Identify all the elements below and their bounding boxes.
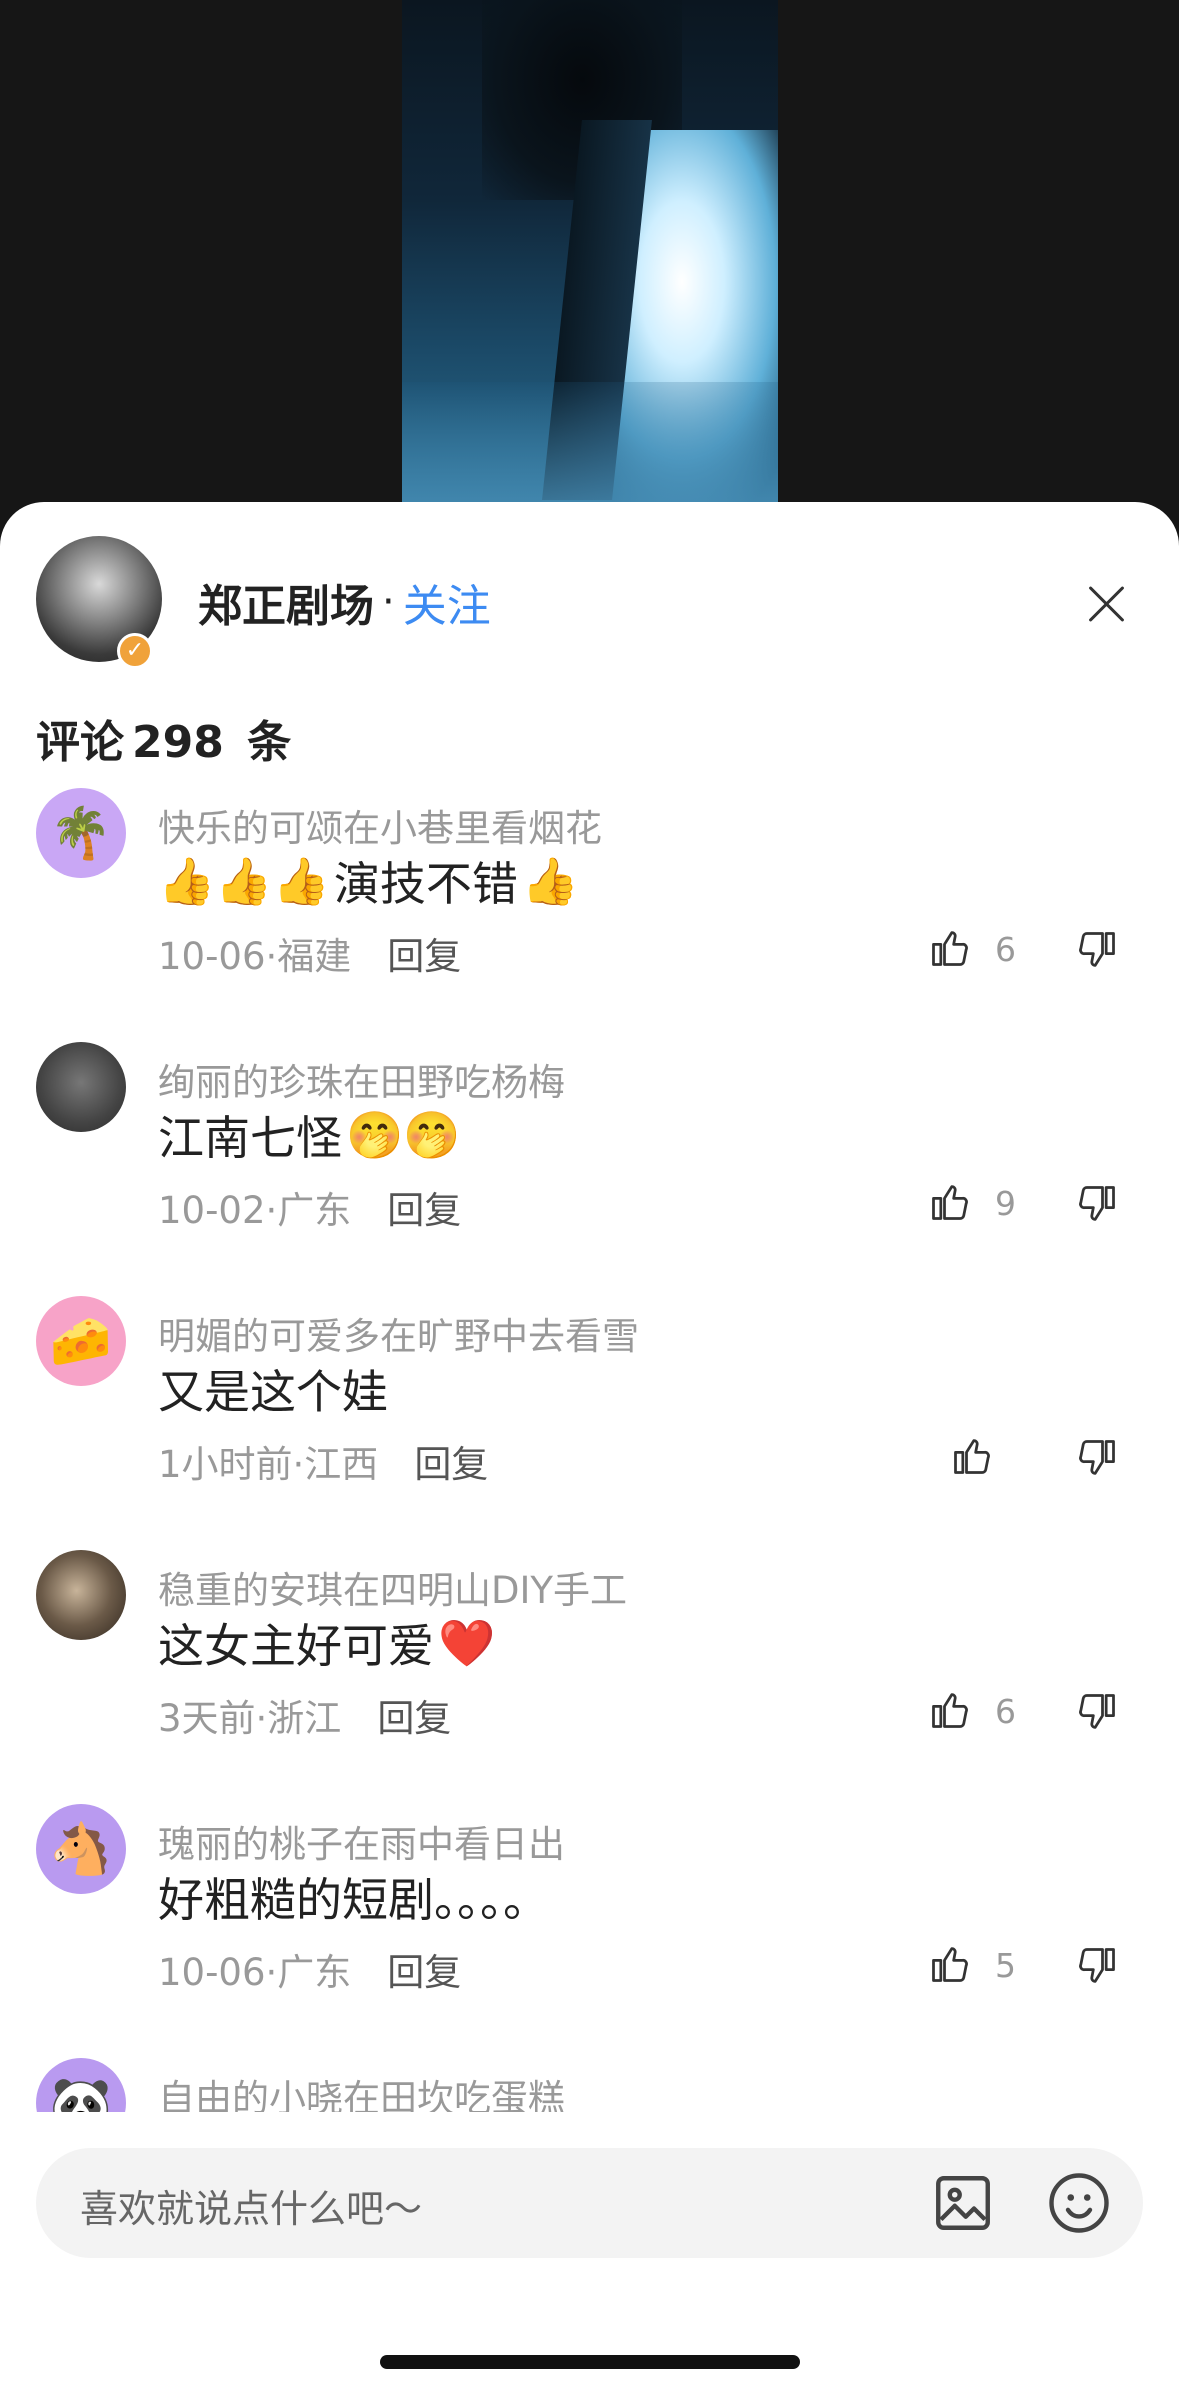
comment-meta: 10-02·广东 回复 [158, 1180, 461, 1234]
thumbs-down-icon[interactable] [1075, 1944, 1119, 1988]
like-count: 6 [995, 930, 1016, 969]
comment-username[interactable]: 瑰丽的桃子在雨中看日出 [158, 1814, 565, 1868]
comments-unit: 条 [247, 717, 292, 768]
reply-button[interactable]: 回复 [377, 1688, 451, 1742]
comment-time-location: 10-02·广东 [158, 1189, 352, 1232]
reply-button[interactable]: 回复 [387, 1942, 461, 1996]
follow-button[interactable]: 关注 [403, 570, 491, 634]
avatar[interactable]: 🌴 [36, 788, 126, 878]
comment-text: 👍👍👍 演技不错 👍 [158, 848, 579, 914]
comment-time-location: 3天前·浙江 [158, 1697, 342, 1740]
comment-body: 这女主好可爱 [158, 1619, 434, 1673]
comment-time-location: 10-06·福建 [158, 935, 352, 978]
avatar-emoji: 🌴 [49, 803, 113, 862]
video-player[interactable] [0, 0, 1179, 520]
comment-username[interactable]: 明媚的可爱多在旷野中去看雪 [158, 1306, 639, 1360]
thumbs-up-icon[interactable] [928, 1180, 972, 1224]
like-count: 6 [995, 1692, 1016, 1731]
comment-username[interactable]: 稳重的安琪在四明山DIY手工 [158, 1560, 627, 1614]
comment-body: 又是这个娃 [158, 1365, 388, 1419]
comment-input[interactable]: 喜欢就说点什么吧～ [36, 2148, 1143, 2258]
comment-username[interactable]: 快乐的可颂在小巷里看烟花 [158, 798, 602, 852]
comments-label: 评论 [36, 717, 124, 768]
avatar-emoji: 🐼 [49, 2073, 113, 2113]
smile-icon[interactable] [1046, 2170, 1112, 2236]
avatar[interactable]: 🐼 [36, 2058, 126, 2112]
comment-item: 🐼 自由的小晓在田坎吃蛋糕 [0, 2058, 1179, 2112]
comments-count-header: 评论 298 条 [36, 706, 299, 770]
home-indicator[interactable] [380, 2355, 800, 2369]
comment-body: 江南七怪 [158, 1111, 342, 1165]
close-icon[interactable] [1081, 578, 1131, 628]
image-icon[interactable] [930, 2170, 996, 2236]
avatar[interactable]: 🐴 [36, 1804, 126, 1894]
comment-meta: 10-06·福建 回复 [158, 926, 461, 980]
thumbs-down-icon[interactable] [1075, 1182, 1119, 1226]
thumbs-up-icon[interactable] [928, 926, 972, 970]
comment-emoji: ❤️ [438, 1615, 496, 1670]
comment-meta: 1小时前·江西 回复 [158, 1434, 488, 1488]
thumbs-down-icon[interactable] [1075, 1436, 1119, 1480]
verified-badge-icon: ✓ [117, 633, 153, 669]
author-separator: · [382, 579, 395, 625]
like-count: 9 [995, 1184, 1016, 1223]
comment-text: 好粗糙的短剧。。。。 [158, 1864, 549, 1930]
avatar[interactable] [36, 1042, 126, 1132]
author-line: 郑正剧场 · 关注 [198, 574, 491, 632]
avatar-emoji: 🧀 [49, 1311, 113, 1370]
comment-emoji: 🤭🤭 [346, 1107, 461, 1162]
author-name[interactable]: 郑正剧场 [198, 570, 374, 634]
comment-text: 江南七怪 🤭🤭 [158, 1102, 461, 1168]
reply-button[interactable]: 回复 [387, 1180, 461, 1234]
comment-emoji: 👍 [521, 853, 580, 908]
video-frame[interactable] [402, 0, 778, 502]
comment-text: 又是这个娃 [158, 1356, 388, 1422]
thumbs-down-icon[interactable] [1075, 1690, 1119, 1734]
input-placeholder[interactable]: 喜欢就说点什么吧～ [80, 2178, 422, 2233]
comment-meta: 10-06·广东 回复 [158, 1942, 461, 1996]
comments-count: 298 [132, 717, 224, 768]
thumbs-up-icon[interactable] [928, 1688, 972, 1732]
like-count: 5 [995, 1946, 1016, 1985]
reply-button[interactable]: 回复 [414, 1434, 488, 1488]
comment-text: 这女主好可爱 ❤️ [158, 1610, 495, 1676]
avatar[interactable] [36, 1550, 126, 1640]
reply-button[interactable]: 回复 [387, 926, 461, 980]
thumbs-down-icon[interactable] [1075, 928, 1119, 972]
avatar[interactable]: 🧀 [36, 1296, 126, 1386]
comment-body: 演技不错 [333, 857, 518, 911]
comment-body: 好粗糙的短剧。。。。 [158, 1873, 549, 1927]
comment-time-location: 10-06·广东 [158, 1951, 352, 1994]
comment-username[interactable]: 自由的小晓在田坎吃蛋糕 [158, 2068, 565, 2112]
thumbs-up-icon[interactable] [950, 1434, 994, 1478]
comment-time-location: 1小时前·江西 [158, 1443, 379, 1486]
video-water [402, 382, 778, 502]
comment-emoji: 👍👍👍 [158, 853, 330, 908]
avatar-emoji: 🐴 [49, 1819, 113, 1878]
thumbs-up-icon[interactable] [928, 1942, 972, 1986]
comment-meta: 3天前·浙江 回复 [158, 1688, 451, 1742]
comment-username[interactable]: 绚丽的珍珠在田野吃杨梅 [158, 1052, 565, 1106]
